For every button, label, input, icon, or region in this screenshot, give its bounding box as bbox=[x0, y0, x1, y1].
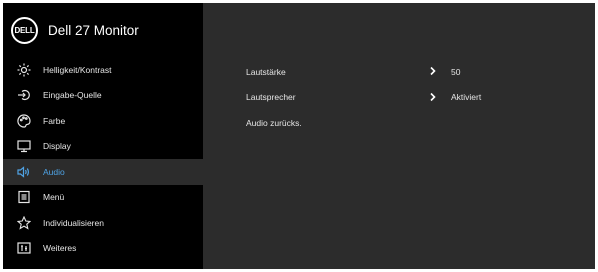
speaker-icon bbox=[17, 165, 31, 179]
osd-menu: Helligkeit/Kontrast Eingabe-Quelle Farbe… bbox=[3, 57, 203, 261]
audio-settings-list: Lautstärke 50 Lautsprecher Aktiviert Aud… bbox=[246, 59, 598, 136]
dell-logo: DELL bbox=[11, 16, 38, 44]
menu-item-label: Audio bbox=[43, 166, 65, 177]
osd-sidebar: DELL Dell 27 Monitor Helligkeit/Kontrast bbox=[3, 3, 203, 269]
menu-item-label: Helligkeit/Kontrast bbox=[43, 64, 112, 75]
menu-item-brightness-contrast[interactable]: Helligkeit/Kontrast bbox=[3, 57, 203, 83]
menu-item-label: Individualisieren bbox=[43, 217, 104, 228]
menu-item-label: Eingabe-Quelle bbox=[43, 90, 102, 101]
brightness-icon bbox=[17, 63, 31, 77]
info-icon bbox=[17, 241, 31, 255]
input-source-icon bbox=[17, 88, 31, 102]
menu-item-label: Farbe bbox=[43, 115, 66, 126]
setting-label: Lautsprecher bbox=[246, 92, 296, 103]
chevron-right-icon bbox=[429, 92, 437, 104]
osd-title: Dell 27 Monitor bbox=[48, 22, 139, 38]
menu-item-audio[interactable]: Audio bbox=[3, 159, 203, 185]
osd-header: DELL Dell 27 Monitor bbox=[3, 3, 203, 57]
setting-value: 50 bbox=[451, 66, 461, 77]
star-icon bbox=[17, 215, 31, 230]
monitor-icon bbox=[17, 139, 31, 153]
menu-item-input-source[interactable]: Eingabe-Quelle bbox=[3, 83, 203, 109]
setting-label: Lautstärke bbox=[246, 66, 286, 77]
palette-icon bbox=[17, 114, 31, 128]
setting-volume[interactable]: Lautstärke 50 bbox=[246, 59, 598, 85]
menu-item-personalize[interactable]: Individualisieren bbox=[3, 210, 203, 236]
menu-item-label: Menü bbox=[43, 192, 65, 203]
setting-label: Audio zurücks. bbox=[246, 117, 302, 128]
menu-item-label: Display bbox=[43, 141, 71, 152]
setting-audio-reset[interactable]: Audio zurücks. bbox=[246, 110, 598, 136]
menu-item-label: Weiteres bbox=[43, 243, 77, 254]
audio-settings-panel: Lautstärke 50 Lautsprecher Aktiviert Aud… bbox=[203, 3, 595, 269]
menu-icon bbox=[17, 190, 31, 204]
menu-item-others[interactable]: Weiteres bbox=[3, 236, 203, 262]
menu-item-display[interactable]: Display bbox=[3, 134, 203, 160]
setting-value: Aktiviert bbox=[451, 92, 482, 103]
monitor-osd: DELL Dell 27 Monitor Helligkeit/Kontrast bbox=[3, 3, 595, 269]
chevron-right-icon bbox=[429, 66, 437, 78]
menu-item-color[interactable]: Farbe bbox=[3, 108, 203, 134]
setting-speaker[interactable]: Lautsprecher Aktiviert bbox=[246, 85, 598, 111]
menu-item-menu[interactable]: Menü bbox=[3, 185, 203, 211]
